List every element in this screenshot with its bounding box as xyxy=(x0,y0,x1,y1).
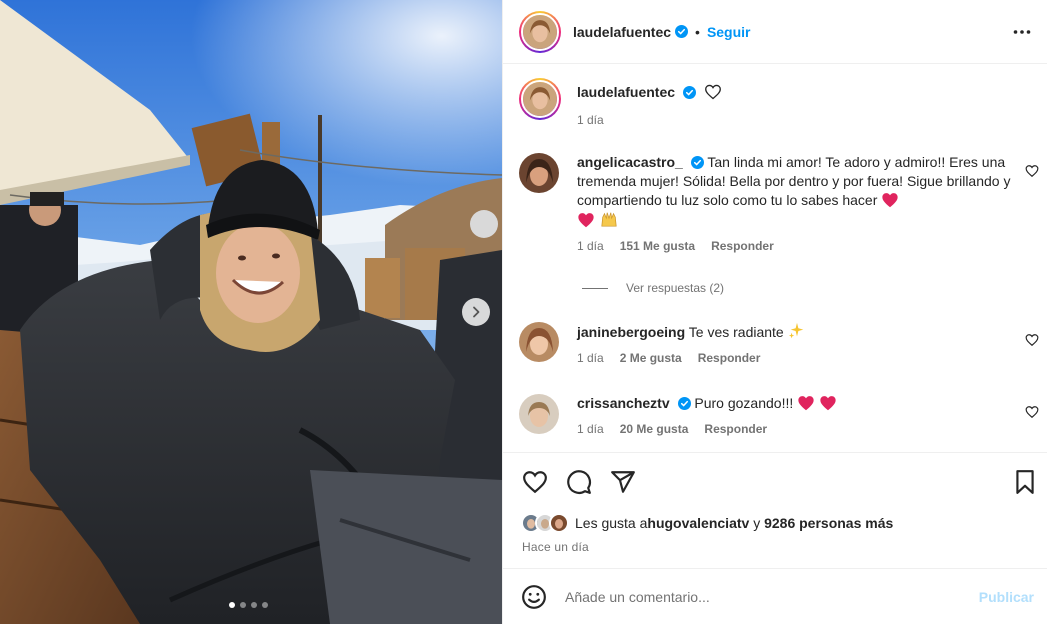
caption-username[interactable]: laudelafuentec xyxy=(577,84,675,100)
heart-outline-icon[interactable] xyxy=(522,469,548,495)
comment-likes[interactable]: 20 Me gusta xyxy=(620,420,689,439)
caption-time: 1 día xyxy=(577,113,604,127)
post-header: laudelafuentec • Seguir xyxy=(503,0,1047,64)
author-username[interactable]: laudelafuentec xyxy=(573,24,671,40)
separator-dot: • xyxy=(695,23,700,40)
comment-text: Puro gozando!!! xyxy=(694,395,794,411)
raising-hands-emoji-icon xyxy=(601,212,617,227)
view-replies-button[interactable]: Ver respuestas (2) xyxy=(582,281,724,295)
avatar-image xyxy=(523,14,557,49)
comment-username[interactable]: angelicacastro_ xyxy=(577,154,683,170)
red-heart-emoji-icon xyxy=(820,396,836,411)
bookmark-icon[interactable] xyxy=(1012,469,1038,495)
liker-username[interactable]: hugovalenciatv xyxy=(647,515,749,531)
post-side-panel: laudelafuentec • Seguir laudelafuentec 1… xyxy=(502,0,1047,624)
view-replies-label: Ver respuestas (2) xyxy=(626,281,725,295)
commenter-avatar[interactable] xyxy=(519,322,559,362)
chevron-right-icon xyxy=(473,306,480,318)
red-heart-emoji-icon xyxy=(578,213,594,228)
post-actions: Les gusta a hugovalenciatv y 9286 person… xyxy=(503,452,1047,568)
comments-section[interactable]: laudelafuentec 1 día angelicacastro_ Tan… xyxy=(503,64,1047,452)
carousel-dot xyxy=(240,602,246,608)
likes-connector: y xyxy=(749,515,765,531)
comment-time: 1 día xyxy=(577,422,604,436)
reply-button[interactable]: Responder xyxy=(698,349,761,368)
verified-badge-icon xyxy=(682,86,696,99)
replies-divider-line xyxy=(582,287,608,289)
red-heart-emoji-icon xyxy=(798,396,814,411)
comment-time: 1 día xyxy=(577,351,604,365)
comment-username[interactable]: janinebergoeing xyxy=(577,324,685,340)
likes-prefix: Les gusta a xyxy=(575,515,648,531)
post-media[interactable] xyxy=(0,0,502,624)
comment-time: 1 día xyxy=(577,239,604,253)
white-heart-emoji-icon xyxy=(704,84,721,100)
liker-avatar xyxy=(549,513,569,533)
carousel-indicator xyxy=(229,602,268,608)
paper-plane-icon[interactable] xyxy=(610,469,636,495)
comment-username[interactable]: crissancheztv xyxy=(577,395,670,411)
instagram-post: laudelafuentec • Seguir laudelafuentec 1… xyxy=(0,0,1047,624)
carousel-dot xyxy=(229,602,235,608)
reply-button[interactable]: Responder xyxy=(704,420,767,439)
comment-input[interactable] xyxy=(565,588,955,605)
avatar-image xyxy=(523,82,557,116)
more-horizontal-icon[interactable] xyxy=(1012,22,1032,42)
commenter-avatar[interactable] xyxy=(519,394,559,434)
comment-text: Te ves radiante xyxy=(688,324,784,340)
post-time: Hace un día xyxy=(522,540,589,554)
carousel-dot xyxy=(251,602,257,608)
sparkles-emoji-icon xyxy=(788,322,803,339)
commenter-avatar[interactable] xyxy=(519,153,559,193)
caption-author-avatar[interactable] xyxy=(519,78,561,120)
carousel-next-button[interactable] xyxy=(462,298,490,326)
likes-count[interactable]: 9286 personas más xyxy=(764,515,893,531)
post-photo xyxy=(0,0,502,624)
comment-like-heart-icon[interactable] xyxy=(1025,333,1039,347)
follow-button[interactable]: Seguir xyxy=(707,24,751,40)
comment-likes[interactable]: 151 Me gusta xyxy=(620,237,695,256)
verified-badge-icon xyxy=(690,156,704,169)
red-heart-emoji-icon xyxy=(882,193,898,208)
publish-button[interactable]: Publicar xyxy=(979,589,1034,605)
likes-summary: Les gusta a hugovalenciatv y 9286 person… xyxy=(521,513,893,533)
comment-like-heart-icon[interactable] xyxy=(1025,164,1039,178)
verified-badge-icon xyxy=(675,25,689,38)
smiley-icon[interactable] xyxy=(521,584,547,610)
reply-button[interactable]: Responder xyxy=(711,237,774,256)
verified-badge-icon xyxy=(677,397,691,410)
author-avatar[interactable] xyxy=(519,10,561,53)
comment-icon[interactable] xyxy=(566,469,592,495)
comment-likes[interactable]: 2 Me gusta xyxy=(620,349,682,368)
carousel-dot xyxy=(262,602,268,608)
comment-composer: Publicar xyxy=(503,568,1047,624)
comment-like-heart-icon[interactable] xyxy=(1025,405,1039,419)
